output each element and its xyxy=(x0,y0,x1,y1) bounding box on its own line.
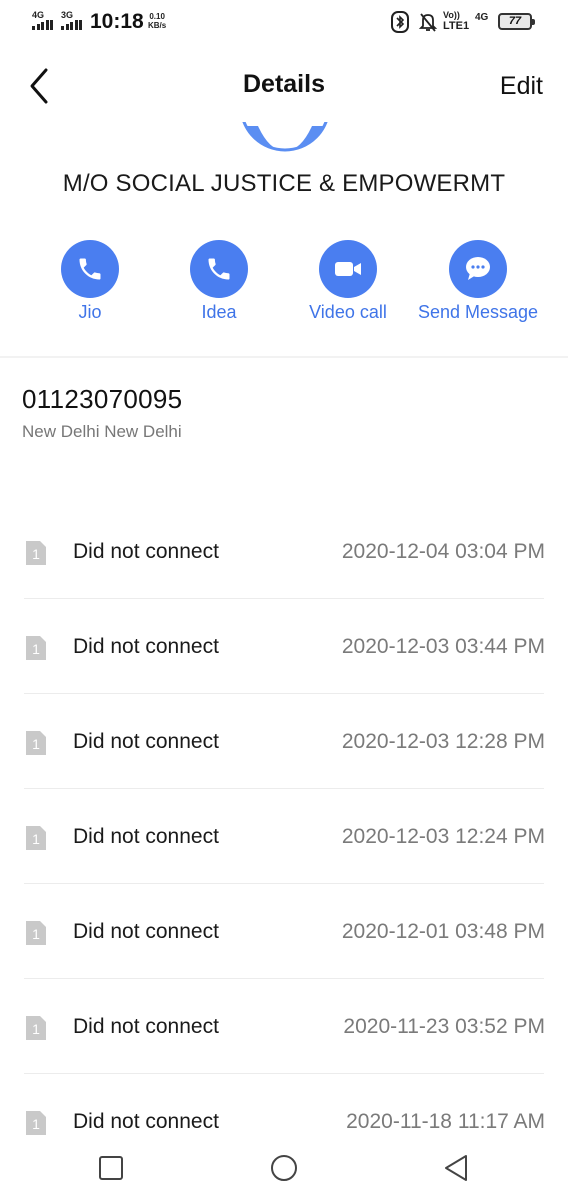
volte-indicator: Vo)) LTE1 xyxy=(443,10,469,32)
action-circle xyxy=(319,240,377,298)
recent-apps-square-icon[interactable] xyxy=(95,1152,127,1184)
action-circle xyxy=(61,240,119,298)
bluetooth-icon xyxy=(391,11,409,33)
edit-button[interactable]: Edit xyxy=(500,72,543,101)
call-timestamp: 2020-12-04 03:04 PM xyxy=(341,540,545,563)
call-status: Did not connect xyxy=(73,730,219,753)
network-speed: 0.10 KB/s xyxy=(148,12,166,30)
network-type-right: 4G xyxy=(475,12,489,23)
call-status: Did not connect xyxy=(73,540,219,563)
battery-level: 77 xyxy=(508,15,522,27)
svg-text:1: 1 xyxy=(32,736,40,752)
action-circle xyxy=(190,240,248,298)
action-circle xyxy=(449,240,507,298)
svg-text:1: 1 xyxy=(32,546,40,562)
sim2-signal-icon xyxy=(61,20,82,30)
sim-card-icon: 1 xyxy=(26,541,46,565)
sim2-network-type: 3G xyxy=(61,10,74,20)
svg-text:1: 1 xyxy=(32,1021,40,1037)
sim-card-icon: 1 xyxy=(26,1111,46,1135)
action-label: Jio xyxy=(78,302,102,322)
call-log-row[interactable]: 1 Did not connect 2020-12-04 03:04 PM xyxy=(0,504,568,599)
mute-bell-icon xyxy=(418,13,438,32)
video-camera-icon xyxy=(335,262,361,276)
network-speed-value: 0.10 xyxy=(149,12,165,21)
battery-icon: 77 xyxy=(498,13,535,30)
page-title: Details xyxy=(243,70,325,98)
call-log-row[interactable]: 1 Did not connect 2020-12-01 03:48 PM xyxy=(0,884,568,979)
volte-bottom-label: LTE1 xyxy=(443,20,470,32)
call-status: Did not connect xyxy=(73,825,219,848)
call-log-row[interactable]: 1 Did not connect 2020-12-03 12:24 PM xyxy=(0,789,568,884)
contact-name: M/O SOCIAL JUSTICE & EMPOWERMT xyxy=(62,170,506,197)
call-timestamp: 2020-12-03 03:44 PM xyxy=(341,635,545,658)
message-bubble-icon xyxy=(466,257,490,280)
call-timestamp: 2020-11-23 03:52 PM xyxy=(343,1015,545,1038)
call-timestamp: 2020-12-03 12:28 PM xyxy=(341,730,545,753)
contact-avatar xyxy=(240,122,330,154)
action-label: Send Message xyxy=(417,302,539,322)
back-triangle-icon[interactable] xyxy=(440,1152,472,1184)
status-bar: 4G 3G 10:18 0.10 KB/s Vo)) LTE1 4G 77 xyxy=(0,0,568,46)
call-timestamp: 2020-12-03 12:24 PM xyxy=(341,825,545,848)
call-log-row[interactable]: 1 Did not connect 2020-12-03 12:28 PM xyxy=(0,694,568,789)
call-jio-button[interactable]: Jio xyxy=(25,240,155,323)
sim-card-icon: 1 xyxy=(26,1016,46,1040)
call-status: Did not connect xyxy=(73,1110,219,1133)
phone-number[interactable]: 01123070095 xyxy=(22,384,182,415)
sim-card-icon: 1 xyxy=(26,826,46,850)
phone-icon xyxy=(208,258,230,280)
svg-text:1: 1 xyxy=(32,641,40,657)
action-label: Idea xyxy=(201,302,237,322)
clock: 10:18 xyxy=(90,10,144,33)
call-timestamp: 2020-12-01 03:48 PM xyxy=(341,920,545,943)
action-label: Video call xyxy=(309,302,387,322)
svg-text:1: 1 xyxy=(32,1116,40,1132)
svg-text:1: 1 xyxy=(32,831,40,847)
home-circle-icon[interactable] xyxy=(268,1152,300,1184)
sim-card-icon: 1 xyxy=(26,636,46,660)
sim1-signal-icon xyxy=(32,20,53,30)
call-status: Did not connect xyxy=(73,635,219,658)
call-idea-button[interactable]: Idea xyxy=(154,240,284,323)
call-timestamp: 2020-11-18 11:17 AM xyxy=(346,1110,545,1133)
svg-text:1: 1 xyxy=(32,926,40,942)
sim1-network-type: 4G xyxy=(32,10,45,20)
section-divider xyxy=(0,356,568,358)
network-speed-unit: KB/s xyxy=(148,21,167,30)
call-status: Did not connect xyxy=(73,920,219,943)
phone-icon xyxy=(79,258,101,280)
avatar-icon xyxy=(242,122,328,152)
system-nav-bar xyxy=(0,1138,568,1200)
send-message-button[interactable]: Send Message xyxy=(413,240,543,323)
call-log-row[interactable]: 1 Did not connect 2020-11-23 03:52 PM xyxy=(0,979,568,1074)
number-location: New Delhi New Delhi xyxy=(22,422,182,441)
call-status: Did not connect xyxy=(73,1015,219,1038)
call-log-row[interactable]: 1 Did not connect 2020-12-03 03:44 PM xyxy=(0,599,568,694)
sim-card-icon: 1 xyxy=(26,921,46,945)
sim-card-icon: 1 xyxy=(26,731,46,755)
video-call-button[interactable]: Video call xyxy=(283,240,413,323)
